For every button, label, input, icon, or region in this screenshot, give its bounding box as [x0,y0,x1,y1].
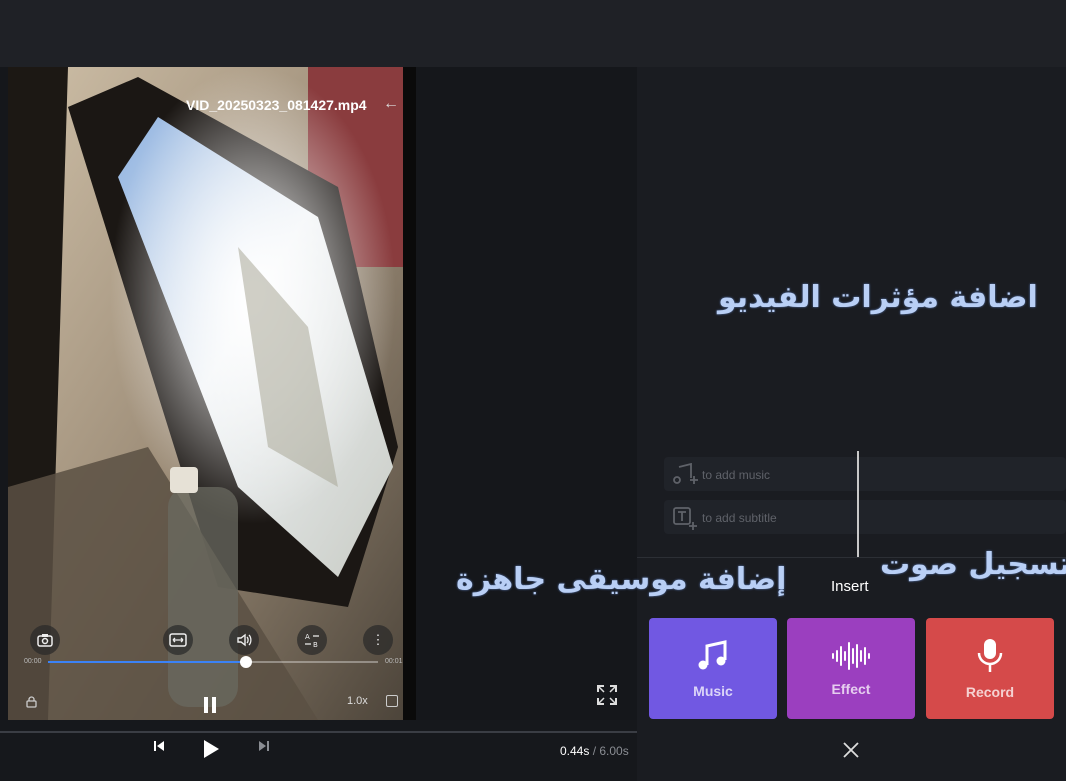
annotation-record-voice: تسجيل صوت [880,547,1066,582]
aspect-ratio-icon[interactable] [163,625,193,655]
lock-icon[interactable] [26,696,37,711]
timecode: 0.44s / 6.00s [560,744,629,758]
insert-title: Insert [831,578,869,595]
screenshot-camera-icon[interactable] [30,625,60,655]
top-bar [0,0,1066,67]
svg-text:A: A [305,633,310,641]
back-arrow-icon[interactable]: ← [383,95,399,113]
video-preview[interactable]: VID_20250323_081427.mp4 ← AB ⋮ 00:00 00:… [8,67,416,720]
record-button-label: Record [965,683,1015,700]
ab-repeat-icon[interactable]: AB [297,625,327,655]
annotation-ready-music: إضافة موسيقى جاهزة [456,562,787,597]
more-options-icon[interactable]: ⋮ [363,625,393,655]
seek-start-time: 00:00 [24,658,42,665]
add-music-hint: to add music [702,468,771,482]
seek-end-time: 00:01 [385,658,403,665]
play-icon[interactable] [202,739,220,759]
video-filename: VID_20250323_081427.mp4 [186,97,367,113]
seek-bar-knob[interactable] [240,656,252,668]
skip-previous-icon[interactable] [153,740,165,752]
fullscreen-icon[interactable] [596,684,618,706]
svg-text:B: B [313,641,318,648]
effect-button[interactable]: Effect [787,618,915,719]
pause-icon[interactable] [204,697,218,713]
add-music-icon[interactable] [673,463,699,487]
video-frame-image [8,67,416,720]
close-icon[interactable] [841,740,861,760]
annotation-video-effects: اضافة مؤثرات الفيديو [718,280,1038,315]
current-time: 0.44s [560,744,590,758]
timeline-playhead[interactable] [857,451,859,558]
skip-next-icon[interactable] [258,740,270,752]
music-button[interactable]: Music [649,618,777,719]
total-time: / 6.00s [592,744,629,758]
add-subtitle-hint: to add subtitle [702,511,777,525]
volume-icon[interactable] [229,625,259,655]
music-button-label: Music [693,682,733,699]
music-note-icon [698,639,727,669]
screen-rotate-icon[interactable] [386,695,398,707]
add-subtitle-icon[interactable] [673,507,699,531]
seek-bar-fill [48,661,246,663]
seek-bar[interactable] [48,656,378,668]
playback-speed[interactable]: 1.0x [347,695,368,707]
record-button[interactable]: Record [926,618,1054,719]
sound-wave-icon [832,641,870,670]
microphone-icon [977,638,1003,672]
timeline-progress-line [0,731,637,733]
playback-bar [0,720,637,781]
effect-button-label: Effect [831,680,871,697]
